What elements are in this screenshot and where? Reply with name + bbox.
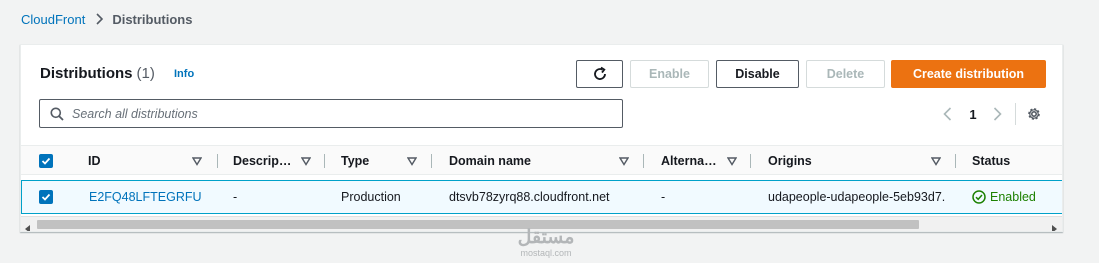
gear-icon [1026, 106, 1042, 122]
watermark-logo: مستقل mostaql.com [506, 227, 586, 259]
sort-down-icon[interactable] [301, 146, 311, 176]
create-distribution-button[interactable]: Create distribution [891, 60, 1046, 88]
column-header-status[interactable]: Status [972, 146, 1010, 176]
status-badge: Enabled [972, 181, 1036, 213]
sort-down-icon[interactable] [192, 146, 202, 176]
refresh-button[interactable] [576, 60, 623, 88]
select-all-checkbox[interactable] [39, 146, 53, 176]
watermark-main: مستقل [517, 227, 575, 248]
column-header-id[interactable]: ID [88, 146, 101, 176]
column-header-origins[interactable]: Origins [768, 146, 812, 176]
row-checkbox[interactable] [39, 181, 53, 213]
search-box [39, 99, 623, 128]
column-divider [324, 154, 325, 168]
column-divider [750, 154, 751, 168]
column-divider [955, 154, 956, 168]
distributions-panel: Distributions (1) Info Enable Disable Del… [20, 44, 1063, 232]
disable-button[interactable]: Disable [716, 60, 799, 88]
column-divider [431, 154, 432, 168]
chevron-left-icon [942, 107, 952, 121]
page-title-text: Distributions [40, 65, 133, 82]
column-header-alternate-domain[interactable]: Alterna… [661, 146, 717, 176]
chevron-right-icon [993, 107, 1002, 121]
column-header-type[interactable]: Type [341, 146, 369, 176]
delete-button[interactable]: Delete [806, 60, 885, 88]
sort-down-icon[interactable] [619, 146, 629, 176]
cell-type: Production [341, 190, 401, 204]
refresh-icon [592, 66, 608, 82]
info-link[interactable]: Info [174, 68, 194, 80]
breadcrumb-current: Distributions [112, 11, 193, 27]
column-divider [217, 154, 218, 168]
checkbox-checked-icon [39, 154, 53, 168]
status-text: Enabled [990, 190, 1036, 204]
watermark-sub: mostaql.com [520, 248, 572, 258]
search-input[interactable] [72, 106, 592, 121]
search-icon [50, 107, 64, 121]
cell-description: - [233, 190, 238, 204]
cell-alternate-domain: - [661, 190, 666, 204]
sort-down-icon[interactable] [727, 146, 737, 176]
scroll-right-arrow-icon[interactable] [1051, 220, 1057, 231]
cell-domain-name: dtsvb78zyrq88.cloudfront.net [449, 190, 610, 204]
column-header-domain-name[interactable]: Domain name [449, 146, 531, 176]
breadcrumb: CloudFront Distributions [21, 11, 192, 27]
column-header-description[interactable]: Descrip… [233, 146, 291, 176]
enable-button[interactable]: Enable [630, 60, 709, 88]
page-number[interactable]: 1 [965, 105, 981, 123]
column-divider [643, 154, 644, 168]
sort-down-icon[interactable] [931, 146, 941, 176]
check-circle-icon [972, 190, 986, 204]
chevron-right-icon [95, 13, 104, 25]
scroll-left-arrow-icon[interactable] [25, 220, 31, 231]
cell-origins: udapeople-udapeople-5eb93d7. [768, 190, 946, 204]
scrollbar-thumb[interactable] [37, 220, 919, 229]
preferences-button[interactable] [1025, 105, 1043, 123]
previous-page-button[interactable] [939, 105, 955, 123]
sort-down-icon[interactable] [407, 146, 417, 176]
distribution-id-link[interactable]: E2FQ48LFTEGRFU [89, 181, 202, 213]
breadcrumb-cloudfront-link[interactable]: CloudFront [21, 12, 85, 27]
next-page-button[interactable] [989, 105, 1005, 123]
distribution-count: (1) [136, 65, 155, 82]
table-header: ID Descrip… Type Domain name Alterna… Or… [21, 145, 1062, 176]
table-row[interactable]: E2FQ48LFTEGRFU - Production dtsvb78zyrq8… [21, 180, 1062, 214]
checkbox-checked-icon [39, 190, 53, 204]
pagination-divider [1015, 103, 1016, 125]
page-title: Distributions (1) [40, 65, 155, 82]
